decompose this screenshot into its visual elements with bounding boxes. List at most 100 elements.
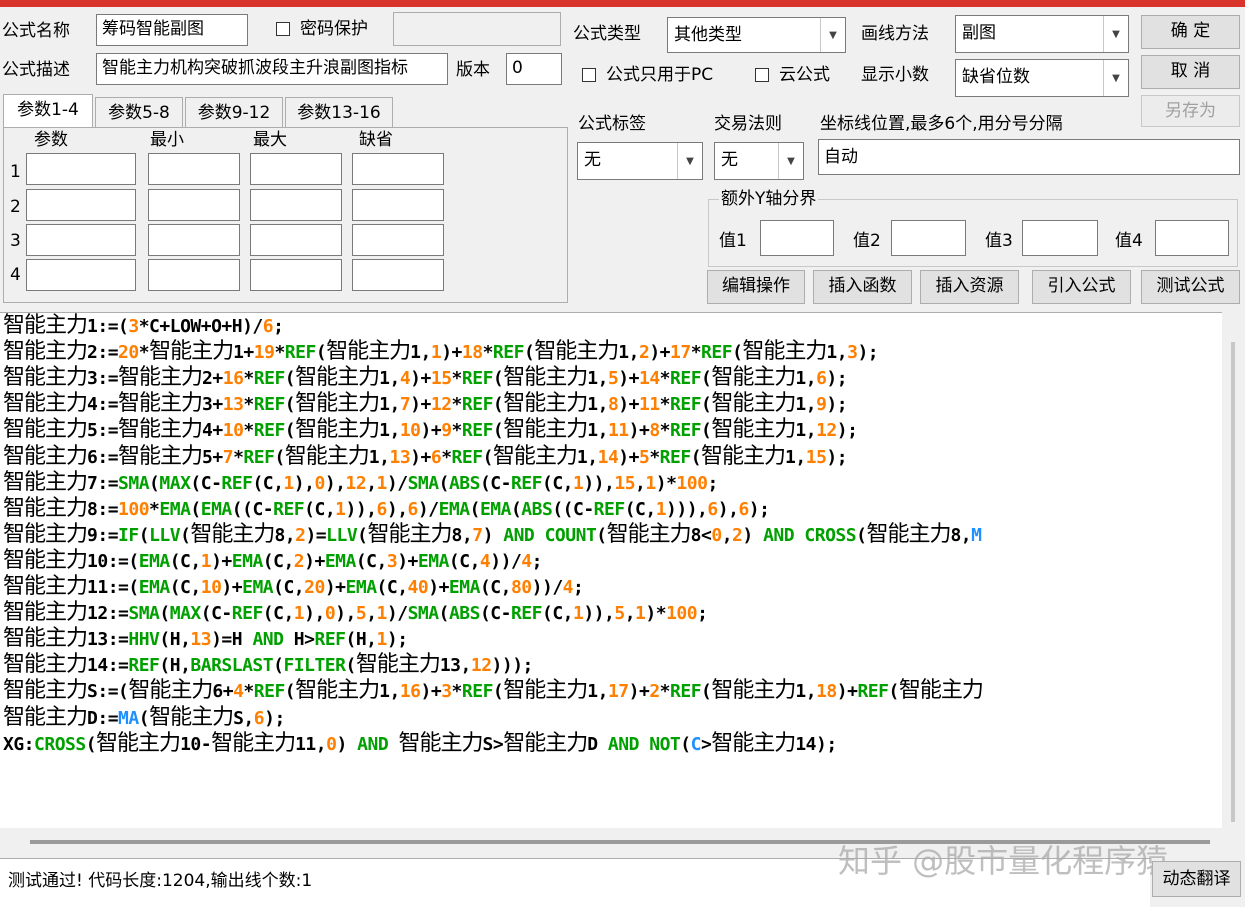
param-4-max-input[interactable] <box>250 259 342 291</box>
tab-params-1-4[interactable]: 参数1-4 <box>3 94 93 127</box>
pc-only-checkbox[interactable] <box>582 68 596 82</box>
code-token: 智能主力 <box>3 443 88 469</box>
test-formula-button[interactable]: 测试公式 <box>1141 270 1240 304</box>
code-token: 5 <box>638 446 650 468</box>
code-token: 6 <box>376 498 388 520</box>
code-token: 智能主力 <box>898 678 984 704</box>
code-token: )+ <box>618 446 639 468</box>
code-token: 智能主力 <box>3 339 88 365</box>
formula-type-select[interactable]: 其他类型 ▼ <box>667 17 846 53</box>
chevron-down-icon: ▼ <box>1103 16 1128 52</box>
param-2-min-input[interactable] <box>148 189 240 221</box>
password-input[interactable] <box>393 12 561 46</box>
coord-lines-input[interactable]: 自动 <box>818 139 1240 175</box>
param-1-max-input[interactable] <box>250 153 342 185</box>
version-input[interactable]: 0 <box>506 53 562 85</box>
insert-function-button[interactable]: 插入函数 <box>813 270 912 304</box>
tab-params-13-16[interactable]: 参数13-16 <box>285 97 393 127</box>
decimal-select[interactable]: 缺省位数 ▼ <box>955 59 1129 97</box>
param-3-max-input[interactable] <box>250 224 342 256</box>
tab-params-9-12[interactable]: 参数9-12 <box>185 97 283 127</box>
code-token: S:=( <box>87 681 129 703</box>
param-4-name-input[interactable] <box>26 259 136 291</box>
coord-lines-label: 坐标线位置,最多6个,用分号分隔 <box>820 114 1063 134</box>
code-token: ( <box>469 498 481 520</box>
cloud-formula-checkbox[interactable] <box>755 68 769 82</box>
code-token: ))); <box>491 655 534 677</box>
password-protect-checkbox[interactable] <box>276 22 290 36</box>
save-as-button[interactable]: 另存为 <box>1141 95 1240 127</box>
code-line: 智能主力9:=IF(LLV(智能主力8,2)=LLV(智能主力8,7) AND … <box>3 522 982 548</box>
code-token: 18 <box>816 681 837 703</box>
code-token: 5 <box>614 603 625 625</box>
code-token: 10 <box>399 420 421 442</box>
code-token: REF <box>253 681 286 703</box>
trade-rule-select[interactable]: 无 ▼ <box>714 142 804 180</box>
param-2-name-input[interactable] <box>26 189 136 221</box>
code-token: 6 <box>707 498 718 520</box>
code-token: ))/ <box>490 550 522 572</box>
code-token: (C, <box>355 550 388 572</box>
code-line: 智能主力3:=智能主力2+16*REF(智能主力1,4)+15*REF(智能主力… <box>3 365 848 391</box>
code-token: REF <box>231 603 264 625</box>
code-token: 智能主力 <box>3 678 88 704</box>
param-2-max-input[interactable] <box>250 189 342 221</box>
code-token: ))/ <box>531 577 564 598</box>
param-2-default-input[interactable] <box>352 189 444 221</box>
code-line: 智能主力12:=SMA(MAX(C-REF(C,1),0),5,1)/SMA(A… <box>3 600 708 626</box>
code-token: ; <box>707 472 718 494</box>
code-token: SMA <box>128 603 160 625</box>
code-token: )+ <box>428 577 449 598</box>
param-1-min-input[interactable] <box>148 153 240 185</box>
dynamic-translate-button[interactable]: 动态翻译 <box>1152 861 1241 897</box>
param-4-min-input[interactable] <box>148 259 240 291</box>
code-token: ABS <box>448 472 481 494</box>
code-token: * <box>451 681 463 703</box>
code-token: 10 <box>200 577 222 598</box>
code-token: ), <box>717 498 739 520</box>
chevron-down-icon: ▼ <box>820 18 845 52</box>
param-header-default: 缺省 <box>359 130 393 150</box>
code-token: 11 <box>638 394 660 416</box>
code-line: XG:CROSS(智能主力10-智能主力11,0) AND 智能主力S>智能主力… <box>3 731 837 757</box>
code-token: (C, <box>273 577 305 598</box>
code-token: )+ <box>410 368 431 390</box>
insert-resource-button[interactable]: 插入资源 <box>920 270 1019 304</box>
param-3-default-input[interactable] <box>352 224 444 256</box>
code-token: EMA <box>138 577 171 598</box>
param-3-min-input[interactable] <box>148 224 240 256</box>
y-value-3-input[interactable] <box>1022 220 1098 256</box>
scrollbar-thumb[interactable] <box>1231 342 1235 822</box>
code-token: ( <box>138 524 150 546</box>
edit-ops-button[interactable]: 编辑操作 <box>707 270 805 304</box>
code-token: 2 <box>293 550 305 572</box>
code-token: ; <box>697 603 708 625</box>
code-token: ); <box>264 707 285 729</box>
draw-method-select[interactable]: 副图 ▼ <box>955 15 1129 53</box>
tab-params-5-8[interactable]: 参数5-8 <box>95 97 183 127</box>
code-token: REF <box>284 342 317 364</box>
y-value-4-input[interactable] <box>1155 220 1229 256</box>
code-editor[interactable]: 智能主力1:=(3*C+LOW+O+H)/6; 智能主力2:=20*智能主力1+1… <box>0 312 1222 829</box>
param-1-default-input[interactable] <box>352 153 444 185</box>
code-token: 11, <box>295 733 327 755</box>
formula-tag-select[interactable]: 无 ▼ <box>577 142 703 180</box>
cancel-button[interactable]: 取 消 <box>1141 55 1240 89</box>
code-token: 智能主力 <box>149 339 234 365</box>
formula-desc-input[interactable]: 智能主力机构突破抓波段主升浪副图指标 <box>96 53 448 85</box>
code-token: 8, <box>274 524 296 546</box>
vertical-scrollbar[interactable] <box>1222 312 1245 828</box>
formula-name-input[interactable]: 筹码智能副图 <box>96 14 248 46</box>
code-token: 智能主力 <box>284 443 370 469</box>
param-1-name-input[interactable] <box>26 153 136 185</box>
y-value-1-input[interactable] <box>760 220 834 256</box>
code-token: )= <box>305 524 327 546</box>
code-token: ( <box>523 342 535 364</box>
import-formula-button[interactable]: 引入公式 <box>1032 270 1131 304</box>
ok-button[interactable]: 确 定 <box>1141 15 1240 49</box>
y-value-2-input[interactable] <box>891 220 966 256</box>
param-3-name-input[interactable] <box>26 224 136 256</box>
param-4-default-input[interactable] <box>352 259 444 291</box>
code-token: ( <box>482 446 494 468</box>
code-token: ( <box>438 472 450 494</box>
